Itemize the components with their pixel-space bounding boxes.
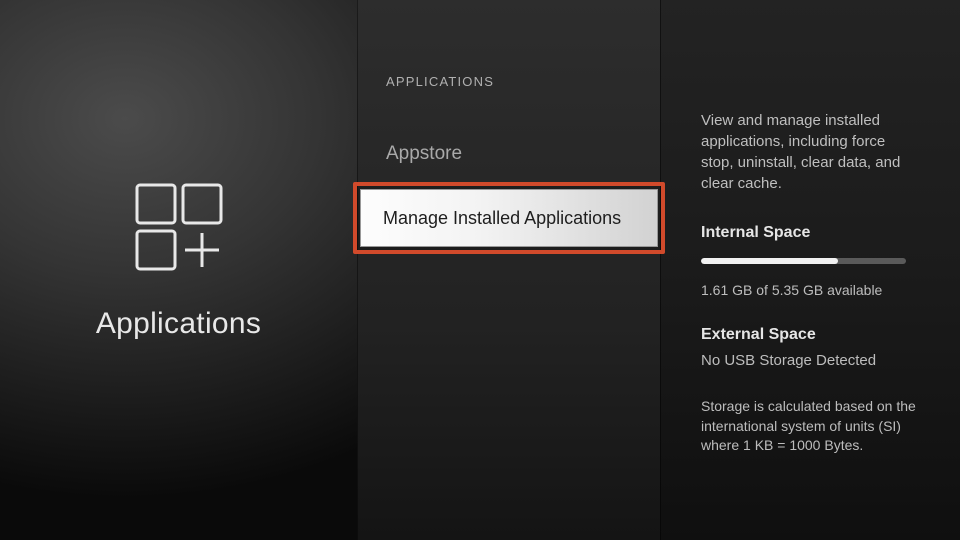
menu-item-appstore[interactable]: Appstore bbox=[386, 143, 640, 165]
selection-highlight: Manage Installed Applications bbox=[353, 182, 665, 254]
category-title: Applications bbox=[96, 307, 261, 341]
settings-screen: Applications APPLICATIONS Appstore Manag… bbox=[0, 0, 960, 540]
selected-row: Manage Installed Applications bbox=[360, 189, 658, 247]
external-space-heading: External Space bbox=[701, 326, 920, 344]
middle-panel: APPLICATIONS Appstore Manage Installed A… bbox=[357, 0, 660, 540]
menu-item-label: Appstore bbox=[386, 143, 462, 164]
internal-storage-bar bbox=[701, 258, 906, 264]
section-header: APPLICATIONS bbox=[386, 74, 494, 89]
applications-icon bbox=[131, 179, 227, 275]
detail-description: View and manage installed applications, … bbox=[701, 110, 920, 194]
menu-item-label: Manage Installed Applications bbox=[383, 208, 621, 229]
category-hero: Applications bbox=[96, 179, 261, 341]
internal-space-heading: Internal Space bbox=[701, 224, 920, 242]
left-panel: Applications bbox=[0, 0, 357, 540]
external-storage-status: No USB Storage Detected bbox=[701, 352, 920, 369]
detail-panel: View and manage installed applications, … bbox=[660, 0, 960, 540]
internal-storage-fill bbox=[701, 258, 838, 264]
internal-storage-text: 1.61 GB of 5.35 GB available bbox=[701, 282, 920, 298]
menu-item-manage-installed[interactable]: Manage Installed Applications bbox=[353, 182, 665, 254]
storage-footnote: Storage is calculated based on the inter… bbox=[701, 397, 920, 456]
